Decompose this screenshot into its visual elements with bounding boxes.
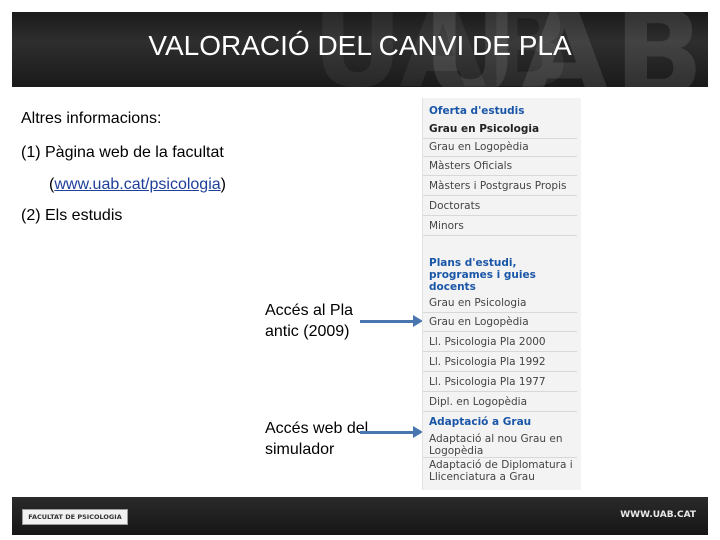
menu-offer-minors[interactable]: Minors: [423, 217, 577, 236]
callout-old-plan: Accés al Pla antic (2009): [265, 300, 353, 342]
menu-plans-grau-logopedia[interactable]: Grau en Logopèdia: [423, 313, 577, 332]
menu-plans-pla-2000[interactable]: Ll. Psicologia Pla 2000: [423, 333, 577, 352]
slide-title: VALORACIÓ DEL CANVI DE PLA: [148, 30, 572, 61]
info-item-2: (2) Els estudis: [21, 207, 123, 224]
callout-simulator: Accés web del simulador: [265, 418, 368, 460]
menu-section-offer[interactable]: Oferta d'estudis: [423, 102, 577, 121]
info-item-1-link-line: (www.uab.cat/psicologia): [49, 176, 226, 194]
callout-old-plan-line1: Accés al Pla: [265, 302, 354, 319]
menu-offer-grau-psicologia[interactable]: Grau en Psicologia: [423, 120, 577, 139]
menu-adaptacio-logopedia[interactable]: Adaptació al nou Grau en Logopèdia: [423, 431, 577, 458]
callout-simulator-line2: simulador: [265, 441, 335, 458]
menu-section-plans[interactable]: Plans d'estudi, programes i guies docent…: [423, 255, 573, 293]
link-paren-close: ): [220, 176, 226, 193]
callout-old-plan-line2: antic (2009): [265, 323, 350, 340]
menu-offer-grau-logopedia[interactable]: Grau en Logopèdia: [423, 138, 577, 157]
info-item-1: (1) Pàgina web de la facultat: [21, 144, 224, 161]
footer-url: WWW.UAB.CAT: [620, 510, 696, 520]
callout-simulator-line1: Accés web del: [265, 420, 369, 437]
arrow-old-plan: [360, 315, 423, 327]
faculty-logo: FACULTAT DE PSICOLOGIA: [22, 509, 128, 525]
menu-plans-dipl-logopedia[interactable]: Dipl. en Logopèdia: [423, 393, 577, 412]
faculty-website-link[interactable]: www.uab.cat/psicologia: [54, 176, 220, 193]
arrow-simulator: [360, 426, 423, 438]
info-heading: Altres informacions:: [21, 110, 162, 127]
menu-offer-masters-propis[interactable]: Màsters i Postgraus Propis: [423, 177, 577, 196]
menu-offer-doctorats[interactable]: Doctorats: [423, 197, 577, 216]
menu-plans-pla-1992[interactable]: Ll. Psicologia Pla 1992: [423, 353, 577, 372]
menu-adaptacio-diplomatura[interactable]: Adaptació de Diplomatura i Llicenciatura…: [423, 457, 577, 487]
uab-sidebar-menu: Oferta d'estudis Grau en Psicologia Grau…: [422, 98, 581, 490]
menu-offer-masters-oficials[interactable]: Màsters Oficials: [423, 157, 577, 176]
menu-section-adaptacio[interactable]: Adaptació a Grau: [423, 413, 577, 432]
menu-plans-grau-psicologia[interactable]: Grau en Psicologia: [423, 294, 577, 313]
menu-plans-pla-1977[interactable]: Ll. Psicologia Pla 1977: [423, 373, 577, 392]
